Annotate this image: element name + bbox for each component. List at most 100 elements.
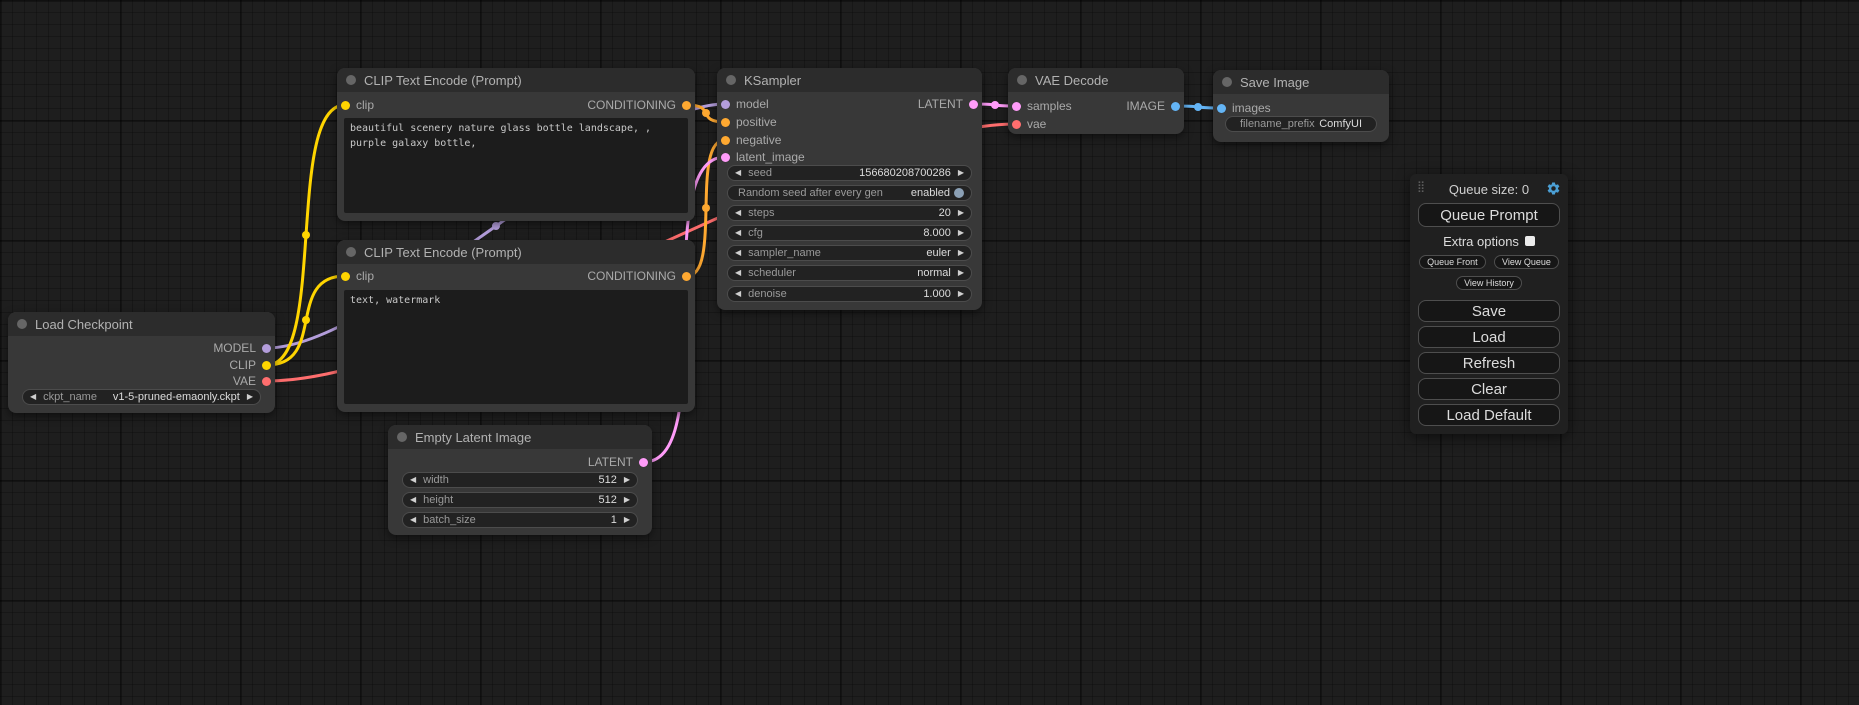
input-slot-latent-image[interactable]: latent_image (721, 150, 805, 164)
output-slot-latent[interactable]: LATENT (918, 97, 978, 111)
increment-arrow-icon[interactable]: ▶ (624, 496, 630, 504)
node-load-checkpoint[interactable]: Load Checkpoint MODEL CLIP VAE ◀ ckpt_na… (8, 312, 275, 413)
model-slot-dot[interactable] (721, 100, 730, 109)
output-slot-image[interactable]: IMAGE (1126, 99, 1180, 113)
queue-front-button[interactable]: Queue Front (1419, 255, 1486, 269)
cfg-widget[interactable]: ◀ cfg 8.000 ▶ (727, 225, 972, 241)
prompt-text-input[interactable]: beautiful scenery nature glass bottle la… (344, 118, 688, 213)
decrement-arrow-icon[interactable]: ◀ (735, 169, 741, 177)
node-collapse-icon[interactable] (726, 75, 736, 85)
input-slot-positive[interactable]: positive (721, 115, 777, 129)
node-collapse-icon[interactable] (346, 247, 356, 257)
latent-slot-dot[interactable] (639, 458, 648, 467)
denoise-widget[interactable]: ◀ denoise 1.000 ▶ (727, 286, 972, 302)
load-button[interactable]: Load (1418, 326, 1560, 348)
decrement-arrow-icon[interactable]: ◀ (30, 393, 36, 401)
clip-slot-dot[interactable] (262, 361, 271, 370)
toggle-indicator-icon[interactable] (954, 188, 964, 198)
node-collapse-icon[interactable] (397, 432, 407, 442)
node-save-image[interactable]: Save Image images filename_prefix ComfyU… (1213, 70, 1389, 142)
model-slot-dot[interactable] (262, 344, 271, 353)
load-default-button[interactable]: Load Default (1418, 404, 1560, 426)
latent-slot-dot[interactable] (721, 153, 730, 162)
increment-arrow-icon[interactable]: ▶ (958, 290, 964, 298)
conditioning-slot-dot[interactable] (721, 136, 730, 145)
node-title-bar[interactable]: CLIP Text Encode (Prompt) (337, 240, 695, 264)
node-collapse-icon[interactable] (1222, 77, 1232, 87)
conditioning-slot-dot[interactable] (682, 101, 691, 110)
save-button[interactable]: Save (1418, 300, 1560, 322)
increment-arrow-icon[interactable]: ▶ (958, 229, 964, 237)
node-clip-text-encode-positive[interactable]: CLIP Text Encode (Prompt) clip CONDITION… (337, 68, 695, 221)
node-title-bar[interactable]: Empty Latent Image (388, 425, 652, 449)
input-slot-vae[interactable]: vae (1012, 117, 1046, 131)
extra-options-checkbox[interactable] (1525, 236, 1535, 246)
input-slot-negative[interactable]: negative (721, 133, 781, 147)
image-slot-dot[interactable] (1171, 102, 1180, 111)
steps-widget[interactable]: ◀ steps 20 ▶ (727, 205, 972, 221)
output-slot-model[interactable]: MODEL (213, 341, 271, 355)
output-slot-vae[interactable]: VAE (233, 374, 271, 388)
increment-arrow-icon[interactable]: ▶ (624, 516, 630, 524)
increment-arrow-icon[interactable]: ▶ (247, 393, 253, 401)
conditioning-slot-dot[interactable] (682, 272, 691, 281)
output-slot-conditioning[interactable]: CONDITIONING (587, 98, 691, 112)
height-widget[interactable]: ◀ height 512 ▶ (402, 492, 638, 508)
view-history-button[interactable]: View History (1456, 276, 1522, 290)
clip-slot-dot[interactable] (341, 101, 350, 110)
vae-slot-dot[interactable] (1012, 120, 1021, 129)
node-title-bar[interactable]: CLIP Text Encode (Prompt) (337, 68, 695, 92)
node-collapse-icon[interactable] (346, 75, 356, 85)
graph-canvas[interactable]: Load Checkpoint MODEL CLIP VAE ◀ ckpt_na… (0, 0, 1859, 705)
decrement-arrow-icon[interactable]: ◀ (735, 290, 741, 298)
node-collapse-icon[interactable] (17, 319, 27, 329)
queue-prompt-button[interactable]: Queue Prompt (1418, 203, 1560, 227)
width-widget[interactable]: ◀ width 512 ▶ (402, 472, 638, 488)
batch-size-widget[interactable]: ◀ batch_size 1 ▶ (402, 512, 638, 528)
scheduler-widget[interactable]: ◀ scheduler normal ▶ (727, 265, 972, 281)
output-slot-latent[interactable]: LATENT (588, 455, 648, 469)
decrement-arrow-icon[interactable]: ◀ (735, 249, 741, 257)
input-slot-model[interactable]: model (721, 97, 769, 111)
decrement-arrow-icon[interactable]: ◀ (735, 209, 741, 217)
output-slot-conditioning[interactable]: CONDITIONING (587, 269, 691, 283)
decrement-arrow-icon[interactable]: ◀ (735, 269, 741, 277)
node-title-bar[interactable]: KSampler (717, 68, 982, 92)
latent-slot-dot[interactable] (969, 100, 978, 109)
settings-gear-icon[interactable] (1546, 181, 1561, 196)
output-slot-clip[interactable]: CLIP (229, 358, 271, 372)
random-seed-toggle[interactable]: Random seed after every gen enabled (727, 185, 972, 201)
increment-arrow-icon[interactable]: ▶ (958, 269, 964, 277)
node-clip-text-encode-negative[interactable]: CLIP Text Encode (Prompt) clip CONDITION… (337, 240, 695, 412)
input-slot-samples[interactable]: samples (1012, 99, 1072, 113)
decrement-arrow-icon[interactable]: ◀ (410, 516, 416, 524)
decrement-arrow-icon[interactable]: ◀ (735, 229, 741, 237)
node-ksampler[interactable]: KSampler model positive negative latent_… (717, 68, 982, 310)
conditioning-slot-dot[interactable] (721, 118, 730, 127)
increment-arrow-icon[interactable]: ▶ (958, 169, 964, 177)
clear-button[interactable]: Clear (1418, 378, 1560, 400)
decrement-arrow-icon[interactable]: ◀ (410, 496, 416, 504)
increment-arrow-icon[interactable]: ▶ (958, 249, 964, 257)
vae-slot-dot[interactable] (262, 377, 271, 386)
seed-widget[interactable]: ◀ seed 156680208700286 ▶ (727, 165, 972, 181)
node-title-bar[interactable]: Save Image (1213, 70, 1389, 94)
clip-slot-dot[interactable] (341, 272, 350, 281)
ckpt-name-widget[interactable]: ◀ ckpt_name v1-5-pruned-emaonly.ckpt ▶ (22, 389, 261, 405)
comfy-menu-panel[interactable]: ⣿ Queue size: 0 Queue Prompt Extra optio… (1410, 174, 1568, 434)
refresh-button[interactable]: Refresh (1418, 352, 1560, 374)
prompt-text-input[interactable]: text, watermark (344, 290, 688, 404)
view-queue-button[interactable]: View Queue (1494, 255, 1559, 269)
input-slot-images[interactable]: images (1217, 101, 1271, 115)
drag-handle-icon[interactable]: ⣿ (1417, 180, 1425, 193)
node-title-bar[interactable]: Load Checkpoint (8, 312, 275, 336)
node-empty-latent-image[interactable]: Empty Latent Image LATENT ◀ width 512 ▶ … (388, 425, 652, 535)
latent-slot-dot[interactable] (1012, 102, 1021, 111)
sampler-name-widget[interactable]: ◀ sampler_name euler ▶ (727, 245, 972, 261)
node-title-bar[interactable]: VAE Decode (1008, 68, 1184, 92)
decrement-arrow-icon[interactable]: ◀ (410, 476, 416, 484)
input-slot-clip[interactable]: clip (341, 98, 374, 112)
filename-prefix-widget[interactable]: filename_prefix ComfyUI (1225, 116, 1377, 132)
image-slot-dot[interactable] (1217, 104, 1226, 113)
increment-arrow-icon[interactable]: ▶ (958, 209, 964, 217)
